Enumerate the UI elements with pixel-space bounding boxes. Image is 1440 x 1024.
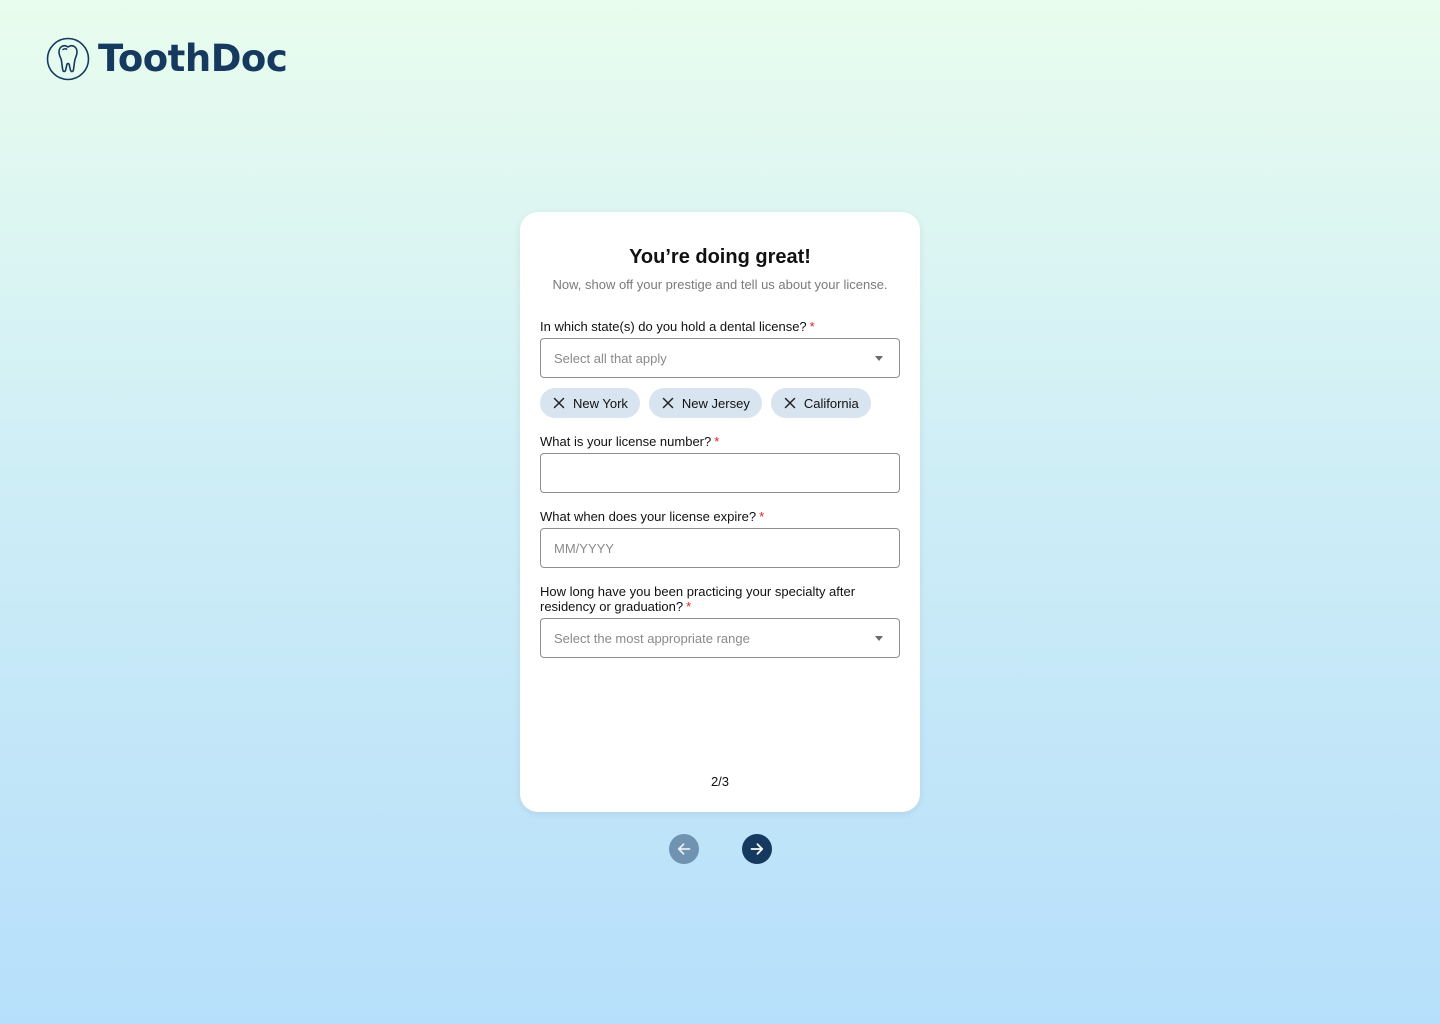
chip-new-jersey[interactable]: New Jersey (648, 388, 762, 418)
close-icon[interactable] (661, 396, 675, 410)
chip-new-york[interactable]: New York (540, 388, 640, 418)
license-number-input[interactable] (541, 454, 899, 492)
required-mark: * (714, 434, 720, 449)
close-icon[interactable] (783, 396, 797, 410)
license-number-field-box (540, 453, 900, 493)
chip-label: New Jersey (681, 395, 750, 411)
card-subtitle: Now, show off your prestige and tell us … (552, 277, 888, 292)
back-button[interactable] (669, 834, 699, 864)
chip-label: California (803, 395, 859, 411)
practice-length-select-placeholder: Select the most appropriate range (554, 630, 750, 646)
license-expiry-label: What when does your license expire? * (540, 509, 765, 524)
required-mark: * (759, 509, 765, 524)
license-expiry-input[interactable] (541, 529, 899, 567)
practice-length-select[interactable]: Select the most appropriate range (540, 618, 900, 658)
tooth-icon (46, 37, 90, 81)
required-mark: * (686, 599, 692, 614)
step-indicator: 2/3 (710, 774, 730, 789)
arrow-left-icon (677, 843, 691, 855)
states-select-placeholder: Select all that apply (554, 350, 667, 366)
selected-states-chips: New York New Jersey California (540, 388, 871, 418)
brand-logo[interactable]: ToothDoc (46, 36, 288, 82)
license-form-card: You’re doing great! Now, show off your p… (520, 212, 920, 812)
license-number-label: What is your license number? * (540, 434, 720, 449)
chip-california[interactable]: California (770, 388, 871, 418)
card-title: You’re doing great! (629, 246, 811, 268)
caret-down-icon (875, 635, 883, 641)
states-select[interactable]: Select all that apply (540, 338, 900, 378)
brand-name: ToothDoc (98, 37, 288, 80)
close-icon[interactable] (552, 396, 566, 410)
arrow-right-icon (750, 843, 764, 855)
license-expiry-field-box (540, 528, 900, 568)
chip-label: New York (573, 395, 628, 411)
next-button[interactable] (742, 834, 772, 864)
states-label: In which state(s) do you hold a dental l… (540, 319, 815, 334)
caret-down-icon (875, 355, 883, 361)
required-mark: * (809, 319, 815, 334)
practice-length-label: How long have you been practicing your s… (540, 584, 856, 614)
